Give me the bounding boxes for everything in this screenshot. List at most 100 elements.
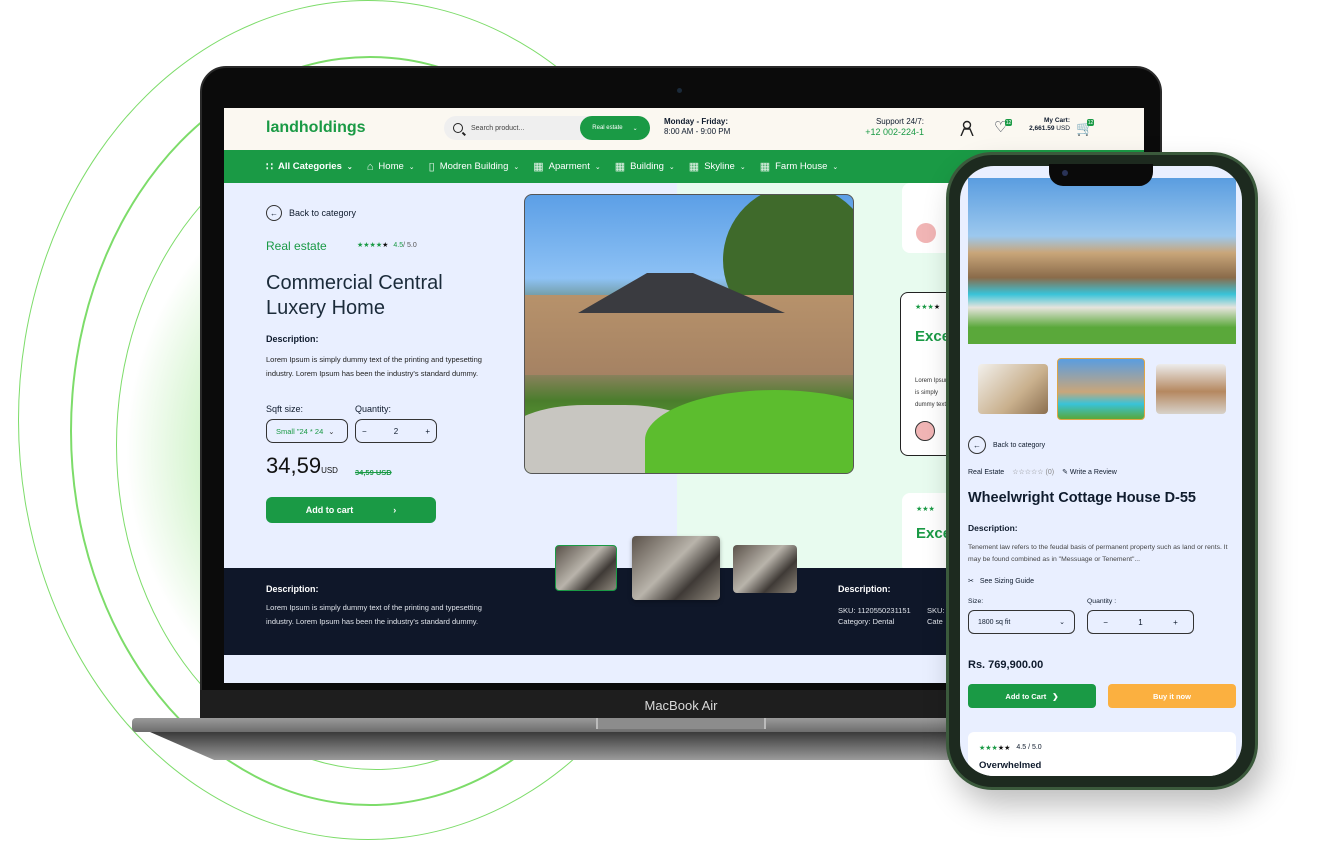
product-category[interactable]: Real Estate [968,469,1004,476]
user-icon[interactable] [960,120,974,136]
grid-icon: ∷ [266,161,273,173]
avatar [915,421,935,441]
sizing-guide-label: See Sizing Guide [979,577,1034,585]
back-to-category-link[interactable]: ← Back to category [266,205,356,221]
product-rating: ★★★★★ 4.5/ 5.0 [357,241,417,250]
rating-max: / 5.0 [403,241,417,249]
add-to-cart-label: Add to cart [305,505,354,515]
add-to-cart-button[interactable]: Add to Cart ❯ [968,684,1096,708]
nav-label: Home [378,161,404,172]
avatar [916,223,936,243]
chevron-right-icon: ❯ [1052,691,1059,701]
sizing-guide-link[interactable]: ✂ See Sizing Guide [968,577,1034,586]
site-header: landholdings Search product... Real esta… [224,108,1144,150]
support-info: Support 24/7: +12 002-224-1 [834,117,924,137]
buy-now-label: Buy it now [1153,691,1191,701]
nav-item-building[interactable]: ▦ Building ⌄ [615,160,675,173]
cart-count-badge: 12 [1087,119,1094,126]
add-to-cart-button[interactable]: Add to cart › [266,497,436,523]
nav-item-all-categories[interactable]: ∷ All Categories ⌄ [266,160,353,173]
size-select[interactable]: 1800 sq fit ⌄ [968,610,1075,634]
cart-amount: 2,661.59 [1029,125,1055,132]
farmhouse-icon: ▦ [759,161,771,173]
review-card: ★★★★★ 4.5 / 5.0 Overwhelmed [968,732,1236,776]
quantity-label: Quantity: [355,404,392,414]
write-review-link[interactable]: ✎ Write a Review [1062,468,1117,476]
support-phone[interactable]: +12 002-224-1 [834,127,924,137]
empty-star-rating-icon: ☆☆☆☆☆ (0) [1012,469,1055,476]
skyline-icon: ▦ [688,161,700,173]
description-text: Tenement law refers to the feudal basis … [968,544,1228,563]
chevron-down-icon: ⌄ [346,163,353,171]
phone-screen: ← Back to category Real Estate ☆☆☆☆☆ (0)… [960,166,1242,776]
quantity-value[interactable]: 2 [394,427,398,436]
category-value: Cate [927,617,943,626]
hours-time: 8:00 AM - 9:00 PM [664,127,731,136]
product-main-image[interactable] [524,194,854,474]
phone-product-image[interactable] [968,178,1236,344]
description-label: Description: [968,523,1018,533]
nav-item-home[interactable]: ⌂ Home ⌄ [367,161,415,173]
sku-info-2: SKU: Cate [927,605,945,627]
search-category-select[interactable]: Real estate ⌄ [580,116,650,140]
search-input[interactable]: Search product... [471,125,524,132]
cart-summary[interactable]: My Cart: 2,661.59 USD [1024,117,1070,133]
search-icon [453,123,463,133]
minus-button[interactable]: − [1103,618,1108,627]
sku-value: SKU: [927,606,945,615]
thumbnail-image[interactable] [632,536,720,600]
cart-label: My Cart: [1043,117,1070,124]
nav-label: Modren Building [439,161,509,172]
price-value: 34,59 [266,453,322,478]
rating-value: 4.5 / 5.0 [1016,744,1042,751]
thumbnail-image[interactable] [1156,364,1226,414]
review-title: Overwhelmed [979,760,1042,771]
brand-logo[interactable]: landholdings [266,119,366,137]
product-price: Rs. 769,900.00 [968,659,1044,671]
sku-info: SKU: 1120550231151 Category: Dental [838,605,911,627]
band-description-label: Description: [266,584,319,594]
plus-button[interactable]: + [1173,618,1178,627]
nav-label: Building [630,161,664,172]
quantity-stepper[interactable]: − 2 + [355,419,437,443]
minus-button[interactable]: − [362,427,367,436]
wishlist-count-badge: 12 [1005,119,1012,126]
laptop-camera [677,88,682,93]
thumbnail-image[interactable] [555,545,617,591]
nav-item-modren-building[interactable]: ▯ Modren Building ⌄ [429,160,520,173]
write-review-label: Write a Review [1069,469,1117,476]
buy-now-button[interactable]: Buy it now [1108,684,1236,708]
size-select[interactable]: Small "24 * 24 ⌄ [266,419,348,443]
back-to-category-link[interactable]: ← Back to category [968,436,1045,454]
size-value: 1800 sq fit [978,618,1011,626]
chevron-down-icon: ⌄ [832,163,839,171]
tower-icon: ▯ [428,161,435,173]
thumbnail-image[interactable] [978,364,1048,414]
rating-value: 4.5 [393,241,404,249]
nav-label: Skyline [704,161,735,172]
sku-value: SKU: 1120550231151 [838,606,911,615]
chevron-down-icon: ⌄ [739,163,746,171]
thumbnail-image[interactable] [733,545,797,593]
quantity-stepper[interactable]: − 1 + [1087,610,1194,634]
plus-button[interactable]: + [425,427,430,436]
add-to-cart-label: Add to Cart [1005,691,1047,701]
quantity-value[interactable]: 1 [1138,618,1142,627]
back-label: Back to category [993,441,1046,449]
cart-currency: USD [1056,125,1070,132]
nav-item-skyline[interactable]: ▦ Skyline ⌄ [689,160,746,173]
pencil-icon: ✎ [1062,469,1068,476]
hours-title: Monday - Friday: [664,117,729,126]
size-value: Small "24 * 24 [276,426,324,436]
product-category[interactable]: Real estate [266,239,327,253]
thumbnail-image-selected[interactable] [1057,358,1145,420]
nav-label: Aparment [548,161,590,172]
nav-item-aparment[interactable]: ▦ Aparment ⌄ [533,160,600,173]
description-text: Lorem Ipsum is simply dummy text of the … [266,355,482,378]
nav-item-farm-house[interactable]: ▦ Farm House ⌄ [760,160,839,173]
image-lawn [645,390,853,473]
star-rating-icon: ★★★★★ [357,242,389,249]
search-bar[interactable]: Search product... Real estate ⌄ [444,116,650,140]
quantity-label: Quantity : [1087,598,1117,605]
star-rating-icon: ★★★★ [915,304,941,311]
